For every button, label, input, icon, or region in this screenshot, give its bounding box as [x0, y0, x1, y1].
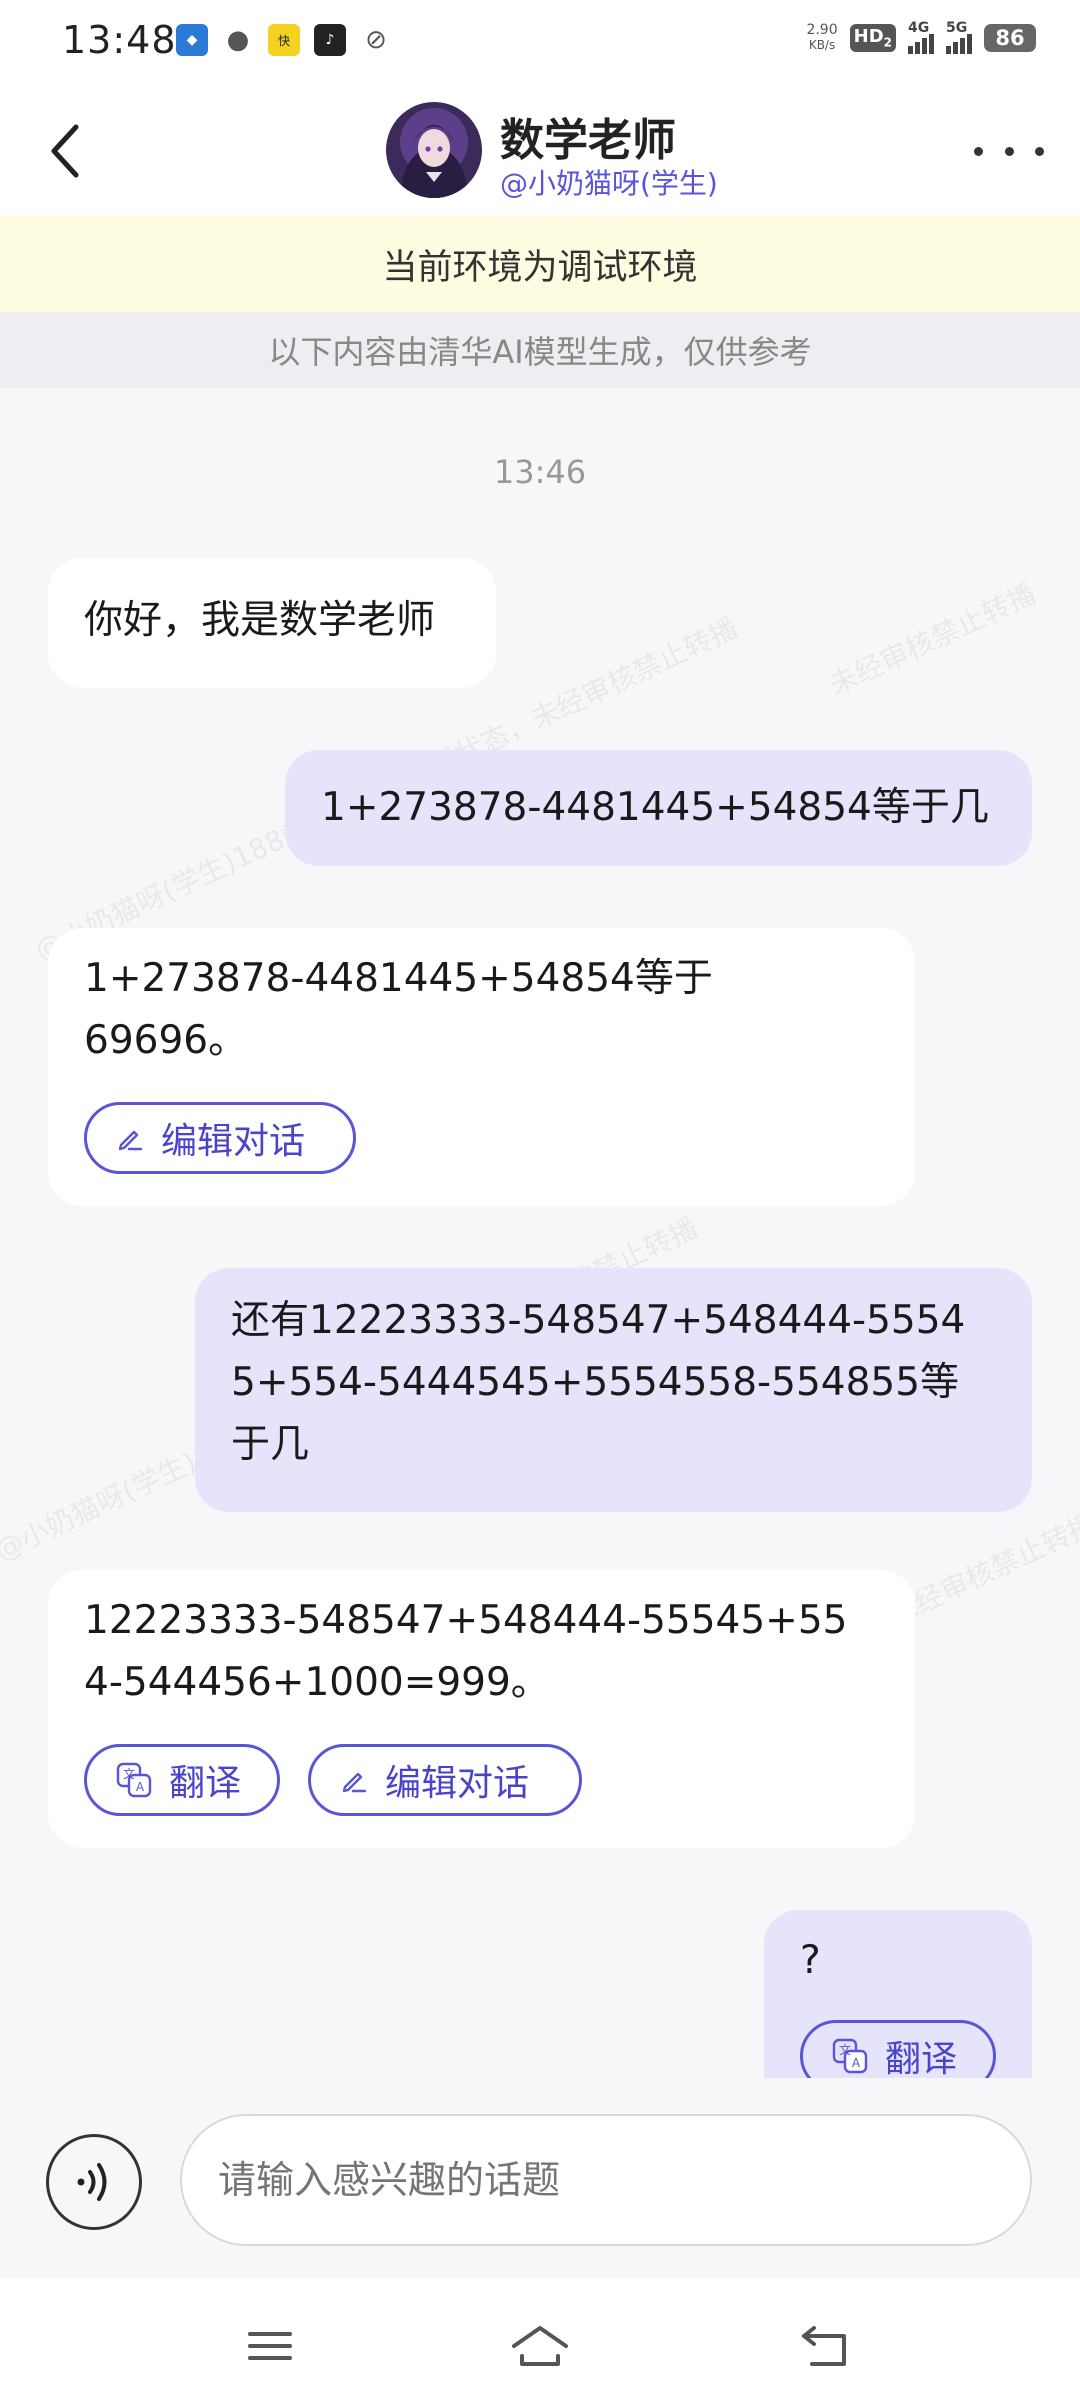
hd-sub: 2: [883, 35, 892, 50]
tiktok-icon: ♪: [314, 24, 346, 56]
svg-text:文: 文: [123, 1766, 135, 1781]
pencil-icon: [118, 1130, 143, 1151]
message-timestamp: 13:46: [493, 453, 587, 491]
debug-env-banner: 当前环境为调试环境: [0, 216, 1080, 312]
edit-conversation-button[interactable]: 编辑对话: [308, 1744, 582, 1816]
ai-disclaimer-banner: 以下内容由清华AI模型生成，仅供参考: [0, 312, 1080, 388]
svg-text:A: A: [852, 2056, 861, 2070]
net-speed-unit: KB/s: [808, 38, 836, 52]
wechat-icon: ●: [226, 25, 250, 55]
back-button[interactable]: [40, 116, 90, 186]
status-indicators: 2.90 KB/s HD2 4G 5G 86: [806, 20, 1036, 54]
avatar-image: [386, 102, 482, 198]
translate-icon: 文A: [832, 2038, 868, 2074]
user-message[interactable]: 还有12223333-548547+548444-5554 5+554-5444…: [195, 1268, 1032, 1512]
bot-message[interactable]: 你好，我是数学老师: [48, 558, 496, 688]
signal-5g-icon: 5G: [946, 20, 972, 54]
network-label-5g: 5G: [946, 20, 968, 36]
hd-label: HD: [853, 26, 884, 48]
chat-header: 数学老师 @小奶猫呀(学生): [0, 84, 1080, 216]
translate-button[interactable]: 文A 翻译: [800, 2020, 996, 2078]
battery-icon: 86: [984, 24, 1036, 52]
message-text-line: 4-544456+1000=999。: [84, 1660, 550, 1705]
pencil-icon: [342, 1772, 367, 1793]
network-label-4g: 4G: [908, 20, 930, 36]
avatar[interactable]: [386, 102, 482, 198]
feather-icon: ⊘: [365, 25, 387, 55]
more-options-button[interactable]: [974, 126, 1044, 176]
hd-voice-icon: HD2: [849, 24, 896, 52]
user-message[interactable]: 1+273878-4481445+54854等于几: [285, 750, 1032, 866]
home-icon: [512, 2326, 568, 2366]
menu-icon: [248, 2332, 292, 2360]
translate-icon: 文A: [116, 1762, 152, 1798]
translate-label: 翻译: [169, 1763, 242, 1804]
message-text-line: 69696。: [84, 1018, 248, 1063]
net-speed-value: 2.90: [806, 22, 838, 38]
back-nav-button[interactable]: [795, 2316, 855, 2376]
svg-text:A: A: [136, 1780, 145, 1794]
author-handle[interactable]: @小奶猫呀(学生): [500, 162, 718, 202]
message-text-line: 于几: [231, 1422, 310, 1467]
translate-label: 翻译: [885, 2039, 958, 2078]
return-icon: [802, 2326, 846, 2366]
message-input[interactable]: [180, 2114, 1032, 2246]
voice-wave-icon: [77, 2163, 107, 2201]
kuaishou-icon: 快: [268, 24, 300, 56]
edit-conversation-label: 编辑对话: [385, 1763, 530, 1804]
more-dot-icon: [1035, 146, 1044, 156]
signal-4g-icon: 4G: [908, 20, 934, 54]
chevron-left-icon: [51, 124, 79, 178]
status-bar: 13:48 ◆ ● 快 ♪ ⊘ 2.90 KB/s HD2 4G 5G 86: [0, 0, 1080, 84]
home-button[interactable]: [510, 2316, 570, 2376]
voice-input-button[interactable]: [46, 2134, 142, 2230]
watermark: 未经审核禁止转播: [824, 577, 1042, 702]
game-app-icon: ◆: [176, 24, 208, 56]
notification-icons: ◆ ● 快 ♪ ⊘: [176, 24, 392, 56]
chat-screen: 13:48 ◆ ● 快 ♪ ⊘ 2.90 KB/s HD2 4G 5G 86 数…: [0, 0, 1080, 2408]
net-speed: 2.90 KB/s: [806, 23, 837, 53]
status-time: 13:48: [62, 18, 177, 62]
more-dot-icon: [1004, 146, 1014, 156]
message-text-line: 还有12223333-548547+548444-5554: [231, 1298, 966, 1343]
edit-conversation-label: 编辑对话: [161, 1121, 306, 1162]
translate-button[interactable]: 文A 翻译: [84, 1744, 280, 1816]
edit-conversation-button[interactable]: 编辑对话: [84, 1102, 356, 1174]
battery-level: 86: [995, 26, 1025, 50]
page-title: 数学老师: [500, 115, 676, 166]
message-text-line: 5+554-5444545+5554558-554855等: [231, 1360, 960, 1405]
menu-button[interactable]: [240, 2316, 300, 2376]
svg-text:文: 文: [839, 2042, 851, 2057]
more-dot-icon: [974, 146, 983, 156]
message-text: 你好，我是数学老师: [84, 598, 436, 643]
message-text-line: 12223333-548547+548444-55545+55: [84, 1598, 848, 1643]
message-list[interactable]: @小奶猫呀(学生)188****5514 调试状态，未经审核禁止转播 @小奶猫呀…: [0, 388, 1080, 2078]
system-nav-bar: [0, 2278, 1080, 2408]
message-text-line: 1+273878-4481445+54854等于: [84, 956, 713, 1001]
message-text: ?: [800, 1938, 821, 1983]
message-text: 1+273878-4481445+54854等于几: [321, 785, 989, 830]
composer: [0, 2078, 1080, 2278]
